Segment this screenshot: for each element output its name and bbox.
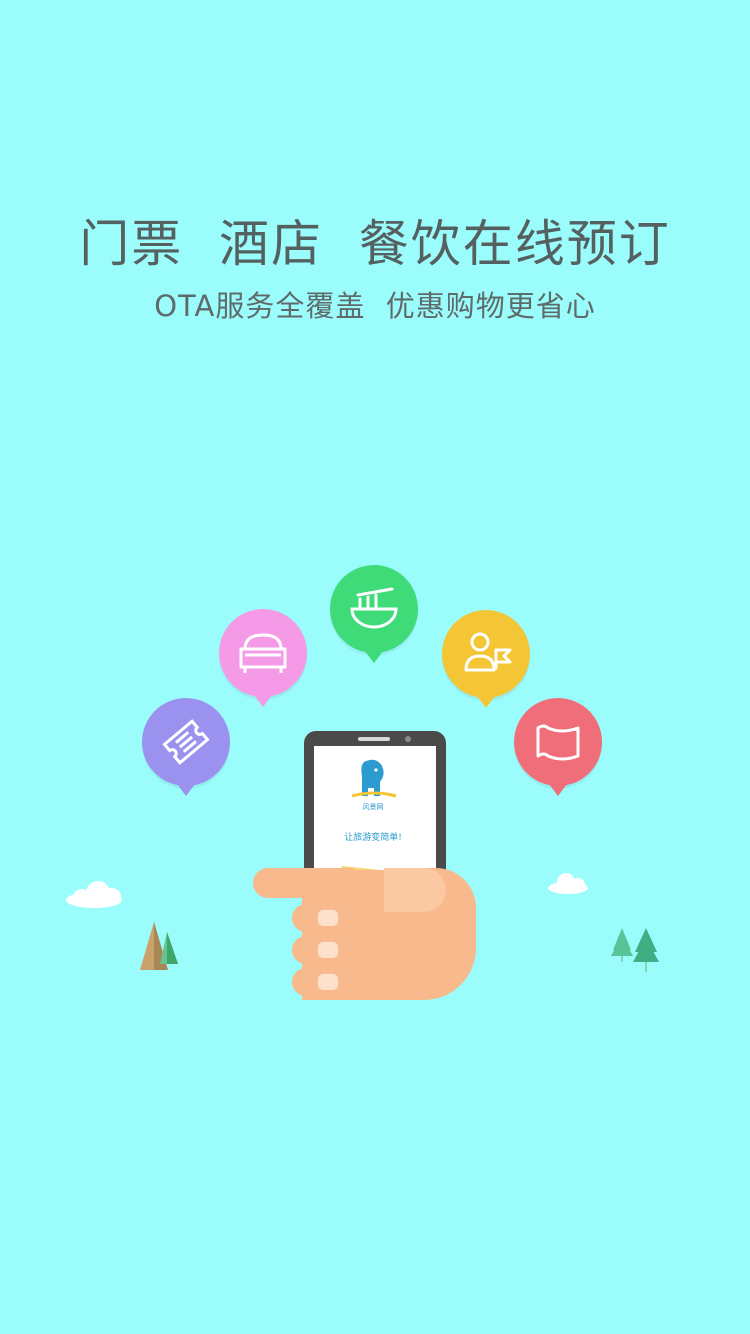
mountains-icon (140, 922, 178, 970)
cloud-right-icon (548, 873, 588, 894)
illustration (66, 731, 659, 1000)
phone-tagline: 让旅游变简单! (344, 833, 402, 843)
hand (253, 868, 476, 1000)
trees-icon (611, 928, 659, 972)
bed-icon (239, 633, 287, 673)
ticket-bubble (142, 698, 230, 796)
guide-person-flag-icon (464, 632, 512, 672)
noodle-bowl-icon (350, 587, 398, 629)
map-scroll-icon (536, 724, 580, 761)
dining-bubble (330, 565, 418, 663)
guide-bubble (442, 610, 530, 708)
hotel-bubble (219, 609, 307, 707)
ticket-icon (162, 719, 210, 765)
phone-brand-label: 风景网 (362, 803, 384, 811)
map-bubble (514, 698, 602, 796)
cloud-left-icon (66, 881, 122, 908)
